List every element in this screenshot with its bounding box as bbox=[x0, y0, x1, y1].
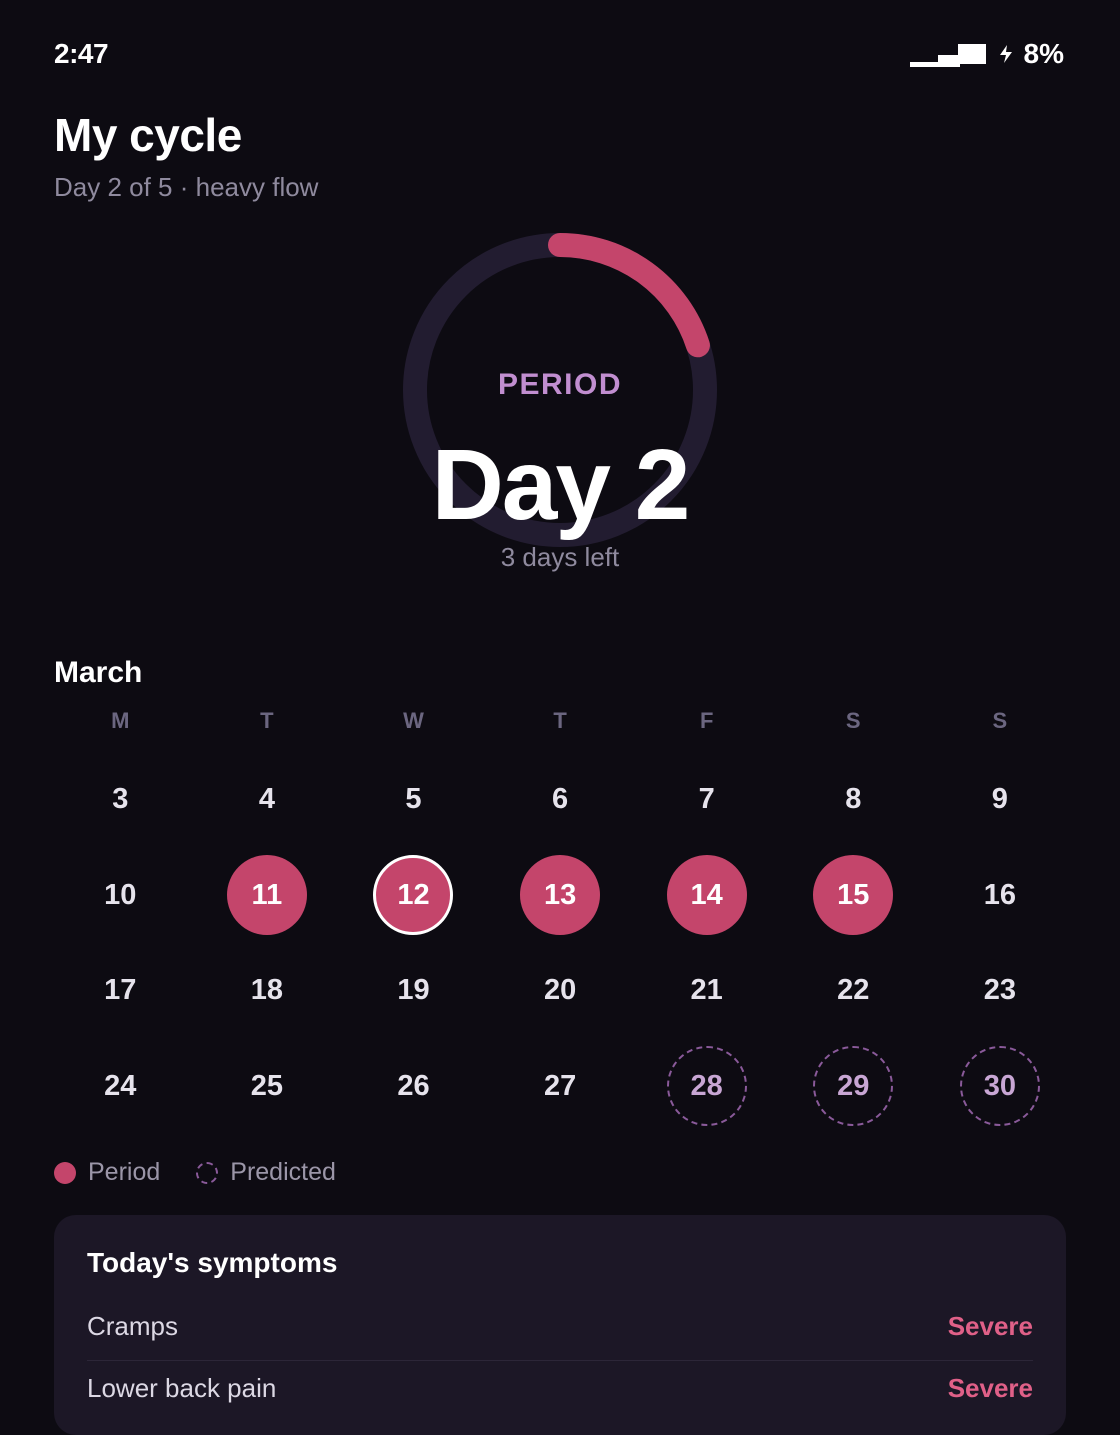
calendar-cell: 27 bbox=[487, 1039, 634, 1135]
calendar-day-predicted[interactable]: 30 bbox=[959, 1046, 1040, 1127]
calendar-cell: 11 bbox=[194, 848, 341, 944]
calendar-day[interactable]: 9 bbox=[960, 760, 1040, 840]
battery-percent: 8% bbox=[1023, 38, 1064, 69]
weekday-label: M bbox=[111, 708, 130, 733]
calendar-day-today-period[interactable]: 12 bbox=[373, 855, 454, 936]
status-indicators: 8% bbox=[909, 38, 1064, 70]
calendar-day[interactable]: 16 bbox=[960, 855, 1040, 935]
calendar-cell: 5 bbox=[340, 752, 487, 848]
charging-icon bbox=[999, 45, 1012, 63]
period-dot-icon bbox=[54, 1161, 76, 1184]
calendar-cell: 15 bbox=[780, 848, 927, 944]
calendar-cell: 4 bbox=[194, 752, 341, 848]
symptom-row[interactable]: Cramps Severe bbox=[87, 1311, 1033, 1342]
predicted-dot-icon bbox=[196, 1161, 219, 1184]
calendar-day-period[interactable]: 11 bbox=[226, 855, 307, 936]
calendar-month: March bbox=[54, 656, 143, 689]
calendar-cell: 28 bbox=[633, 1039, 780, 1135]
calendar-day[interactable]: 8 bbox=[813, 760, 893, 840]
calendar-cell: 20 bbox=[487, 943, 634, 1039]
calendar-day[interactable]: 7 bbox=[667, 760, 747, 840]
calendar-day[interactable]: 22 bbox=[813, 951, 893, 1031]
status-bar: 2:47 8% bbox=[0, 0, 1120, 100]
legend-period-label: Period bbox=[88, 1158, 161, 1186]
calendar-cell: 13 bbox=[487, 848, 634, 944]
weekday-label: T bbox=[260, 708, 274, 733]
calendar-day-period[interactable]: 14 bbox=[666, 855, 747, 936]
legend-predicted: Predicted bbox=[196, 1158, 336, 1187]
page-title: My cycle bbox=[54, 109, 242, 161]
calendar-day[interactable]: 20 bbox=[520, 951, 600, 1031]
calendar-day[interactable]: 4 bbox=[227, 760, 307, 840]
weekday-label: F bbox=[699, 708, 714, 733]
calendar-cell: 22 bbox=[780, 943, 927, 1039]
calendar-day-period[interactable]: 13 bbox=[520, 855, 601, 936]
calendar-day-predicted[interactable]: 29 bbox=[813, 1046, 894, 1127]
calendar-day[interactable]: 19 bbox=[373, 951, 453, 1031]
calendar-day[interactable]: 6 bbox=[520, 760, 600, 840]
symptoms-card: Today's symptoms Cramps Severe Lower bac… bbox=[54, 1215, 1066, 1435]
page-header: My cycle Day 2 of 5 · heavy flow bbox=[54, 108, 318, 203]
calendar-cell: 12 bbox=[340, 848, 487, 944]
calendar-grid: 3 4 5 6 7 8 9 10 11 12 13 14 15 16 17 18 19 20 21 22 23 24 25 2… bbox=[47, 752, 1073, 1134]
symptom-severity: Severe bbox=[947, 1373, 1033, 1403]
calendar-day[interactable]: 26 bbox=[373, 1046, 453, 1126]
calendar-cell: 7 bbox=[633, 752, 780, 848]
symptom-severity: Severe bbox=[947, 1311, 1033, 1341]
calendar-day-predicted[interactable]: 28 bbox=[666, 1046, 747, 1127]
calendar-day[interactable]: 18 bbox=[227, 951, 307, 1031]
calendar-cell: 8 bbox=[780, 752, 927, 848]
weekday-header: MTWTFSS bbox=[47, 708, 1073, 734]
cycle-day: Day 2 bbox=[431, 429, 691, 541]
calendar-cell: 30 bbox=[927, 1039, 1074, 1135]
calendar-cell: 29 bbox=[780, 1039, 927, 1135]
calendar-day[interactable]: 10 bbox=[80, 855, 160, 935]
calendar-cell: 21 bbox=[633, 943, 780, 1039]
calendar-cell: 26 bbox=[340, 1039, 487, 1135]
weekday-label: S bbox=[845, 708, 861, 733]
weekday-label: T bbox=[553, 708, 567, 733]
cycle-ring: PERIOD Day 2 3 days left bbox=[0, 220, 1120, 600]
legend-period: Period bbox=[54, 1158, 160, 1187]
calendar-day[interactable]: 21 bbox=[667, 951, 747, 1031]
calendar-cell: 19 bbox=[340, 943, 487, 1039]
calendar-cell: 25 bbox=[194, 1039, 341, 1135]
status-time: 2:47 bbox=[54, 38, 109, 69]
calendar-cell: 18 bbox=[194, 943, 341, 1039]
calendar-day-period[interactable]: 15 bbox=[813, 855, 894, 936]
calendar-cell: 10 bbox=[47, 848, 194, 944]
calendar-day[interactable]: 5 bbox=[373, 760, 453, 840]
weekday-label: W bbox=[403, 708, 424, 733]
calendar-cell: 14 bbox=[633, 848, 780, 944]
calendar-day[interactable]: 24 bbox=[80, 1046, 160, 1126]
calendar-cell: 16 bbox=[927, 848, 1074, 944]
calendar-day[interactable]: 25 bbox=[227, 1046, 307, 1126]
legend-predicted-label: Predicted bbox=[230, 1158, 336, 1186]
calendar-cell: 6 bbox=[487, 752, 634, 848]
phase-label: PERIOD bbox=[497, 368, 623, 401]
days-left: 3 days left bbox=[500, 542, 620, 572]
calendar-day[interactable]: 23 bbox=[960, 951, 1040, 1031]
calendar-cell: 17 bbox=[47, 943, 194, 1039]
page-subtitle: Day 2 of 5 · heavy flow bbox=[54, 172, 319, 202]
calendar-day[interactable]: 3 bbox=[80, 760, 160, 840]
calendar-cell: 3 bbox=[47, 752, 194, 848]
calendar-day[interactable]: 17 bbox=[80, 951, 160, 1031]
calendar-legend: Period Predicted bbox=[54, 1158, 372, 1187]
symptom-name: Cramps bbox=[87, 1311, 179, 1341]
calendar-cell: 9 bbox=[927, 752, 1074, 848]
calendar-cell: 24 bbox=[47, 1039, 194, 1135]
divider bbox=[87, 1360, 1033, 1361]
weekday-label: S bbox=[992, 708, 1008, 733]
symptom-name: Lower back pain bbox=[87, 1373, 277, 1403]
calendar-cell: 23 bbox=[927, 943, 1074, 1039]
symptom-row[interactable]: Lower back pain Severe bbox=[87, 1373, 1033, 1404]
calendar-day[interactable]: 27 bbox=[520, 1046, 600, 1126]
symptoms-title: Today's symptoms bbox=[87, 1247, 338, 1278]
signal-icon bbox=[909, 44, 986, 67]
